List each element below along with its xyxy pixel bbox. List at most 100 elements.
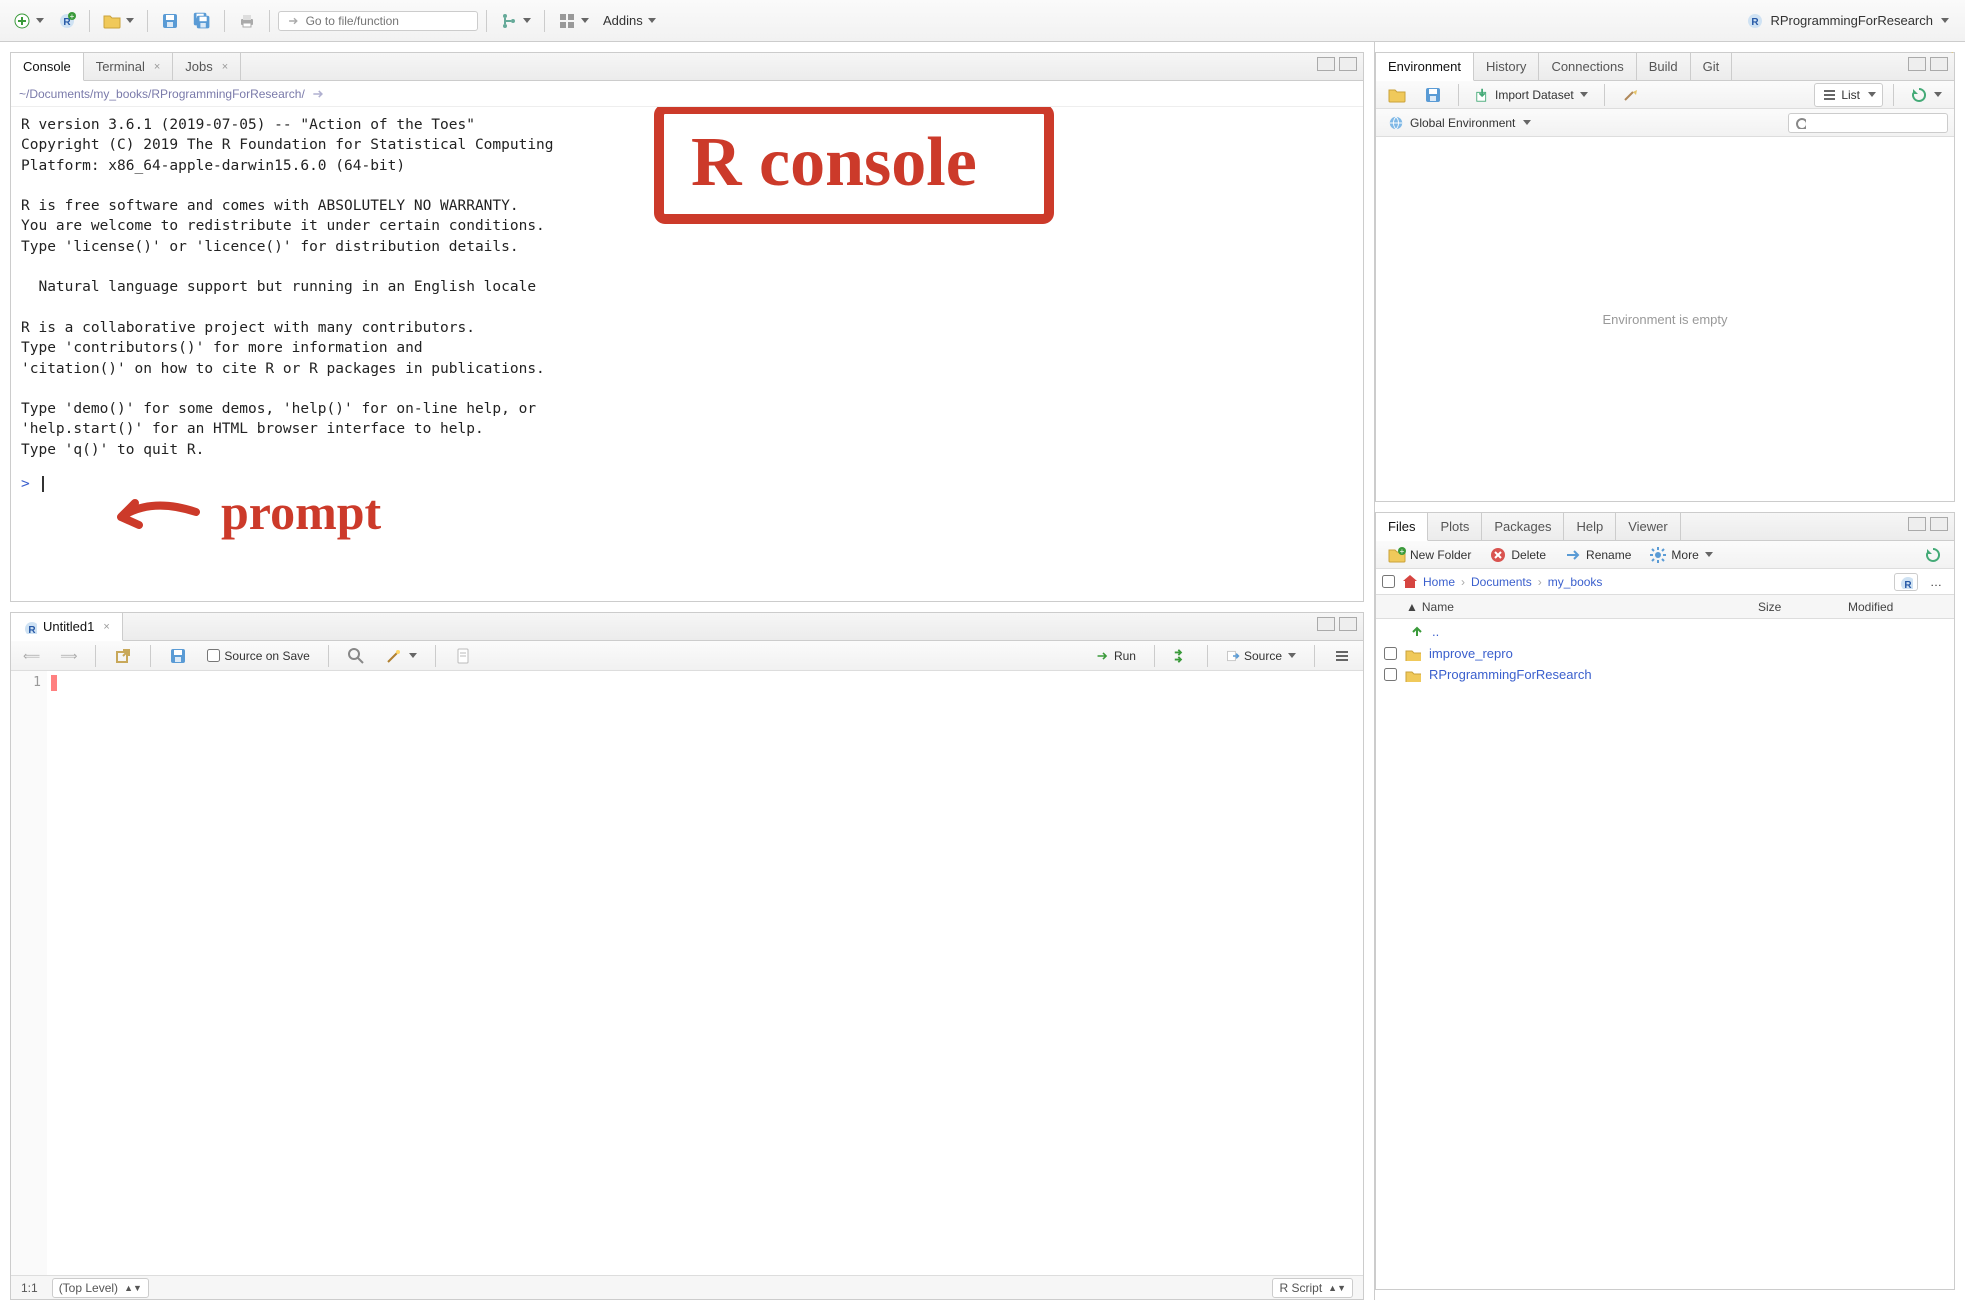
tab-packages[interactable]: Packages xyxy=(1482,513,1564,540)
delete-icon xyxy=(1489,546,1507,564)
grid-icon xyxy=(558,12,576,30)
tab-plots[interactable]: Plots xyxy=(1428,513,1482,540)
addins-button[interactable]: Addins xyxy=(598,10,661,31)
nav-back-button[interactable]: ⟸ xyxy=(17,647,46,665)
tab-jobs[interactable]: Jobs× xyxy=(173,53,241,80)
tab-connections[interactable]: Connections xyxy=(1539,53,1636,80)
r-project-icon xyxy=(1746,12,1764,30)
col-name[interactable]: ▲ Name xyxy=(1406,600,1758,614)
goto-file-function[interactable] xyxy=(278,11,478,31)
save-button[interactable] xyxy=(156,9,184,33)
tab-console[interactable]: Console xyxy=(11,53,84,81)
folder-icon xyxy=(1405,647,1421,661)
env-search[interactable] xyxy=(1788,113,1948,133)
breadcrumb-home[interactable]: Home xyxy=(1423,575,1455,589)
col-size[interactable]: Size xyxy=(1758,600,1848,614)
clear-workspace-button[interactable] xyxy=(1615,84,1645,106)
rscript-icon xyxy=(23,620,37,634)
select-all-files[interactable] xyxy=(1382,575,1395,588)
run-button[interactable]: Run xyxy=(1090,645,1142,667)
save-icon xyxy=(169,647,187,665)
goto-input[interactable] xyxy=(306,14,469,28)
pane-maximize[interactable] xyxy=(1930,517,1948,531)
gear-icon xyxy=(1649,546,1667,564)
pane-maximize[interactable] xyxy=(1339,617,1357,631)
col-modified[interactable]: Modified xyxy=(1848,600,1948,614)
tab-build[interactable]: Build xyxy=(1637,53,1691,80)
code-tools-button[interactable] xyxy=(379,645,423,667)
load-workspace-button[interactable] xyxy=(1382,84,1412,106)
save-workspace-button[interactable] xyxy=(1418,84,1448,106)
tab-terminal[interactable]: Terminal× xyxy=(84,53,174,80)
path-more-button[interactable]: … xyxy=(1924,573,1948,591)
pane-layout-button[interactable] xyxy=(553,9,594,33)
svg-text:+: + xyxy=(70,12,75,21)
pane-minimize[interactable] xyxy=(1908,517,1926,531)
svg-text:prompt: prompt xyxy=(221,487,382,540)
svg-text:+: + xyxy=(1400,547,1405,556)
pane-maximize[interactable] xyxy=(1339,57,1357,71)
home-icon[interactable] xyxy=(1401,573,1417,591)
tab-source-file[interactable]: Untitled1× xyxy=(11,613,123,641)
print-button[interactable] xyxy=(233,9,261,33)
breadcrumb-documents[interactable]: Documents xyxy=(1471,575,1532,589)
open-file-button[interactable] xyxy=(98,9,139,33)
pane-minimize[interactable] xyxy=(1317,57,1335,71)
console-body[interactable]: R version 3.6.1 (2019-07-05) -- "Action … xyxy=(11,107,1363,601)
new-file-icon xyxy=(13,12,31,30)
scope-selector[interactable]: (Top Level) ▲▼ xyxy=(52,1278,149,1298)
vcs-button[interactable] xyxy=(495,9,536,33)
notebook-icon xyxy=(454,647,472,665)
pane-maximize[interactable] xyxy=(1930,57,1948,71)
up-icon xyxy=(1408,622,1424,640)
tab-viewer[interactable]: Viewer xyxy=(1616,513,1681,540)
env-scope-selector[interactable]: Global Environment xyxy=(1382,112,1537,134)
pane-minimize[interactable] xyxy=(1317,617,1335,631)
project-menu[interactable]: RProgrammingForResearch xyxy=(1746,12,1949,30)
wand-icon xyxy=(385,647,403,665)
new-project-button[interactable]: + xyxy=(53,9,81,33)
editor-cursor xyxy=(51,675,57,691)
search-icon xyxy=(1795,117,1806,129)
breadcrumb-mybooks[interactable]: my_books xyxy=(1548,575,1603,589)
new-folder-button[interactable]: +New Folder xyxy=(1382,544,1477,566)
show-in-new-window-button[interactable] xyxy=(108,645,138,667)
rename-button[interactable]: Rename xyxy=(1558,544,1637,566)
tab-history[interactable]: History xyxy=(1474,53,1539,80)
language-mode-selector[interactable]: R Script ▲▼ xyxy=(1272,1278,1353,1298)
nav-fwd-button[interactable]: ⟹ xyxy=(54,647,83,665)
source-editor[interactable] xyxy=(47,671,1363,1275)
list-icon xyxy=(1821,86,1835,104)
refresh-env-button[interactable] xyxy=(1904,84,1948,106)
pane-minimize[interactable] xyxy=(1908,57,1926,71)
find-button[interactable] xyxy=(341,645,371,667)
more-button[interactable]: More xyxy=(1643,544,1718,566)
refresh-files-button[interactable] xyxy=(1918,544,1948,566)
tab-help[interactable]: Help xyxy=(1564,513,1616,540)
compile-report-button[interactable] xyxy=(448,645,478,667)
new-file-button[interactable] xyxy=(8,9,49,33)
tab-git[interactable]: Git xyxy=(1691,53,1733,80)
delete-button[interactable]: Delete xyxy=(1483,544,1552,566)
tab-environment[interactable]: Environment xyxy=(1376,53,1474,81)
cursor-position[interactable]: 1:1 xyxy=(21,1281,38,1295)
import-dataset-button[interactable]: Import Dataset xyxy=(1469,84,1594,106)
view-mode-selector[interactable]: List xyxy=(1814,83,1883,107)
popout-icon xyxy=(114,647,132,665)
save-source-button[interactable] xyxy=(163,645,193,667)
console-working-dir[interactable]: ~/Documents/my_books/RProgrammingForRese… xyxy=(11,81,1363,107)
save-icon xyxy=(161,12,179,30)
plus-r-icon: + xyxy=(58,12,76,30)
file-row[interactable]: improve_repro xyxy=(1376,643,1954,664)
file-row[interactable]: RProgrammingForResearch xyxy=(1376,664,1954,685)
refresh-icon xyxy=(1924,546,1942,564)
file-row-up[interactable]: .. xyxy=(1376,619,1954,643)
goto-project-dir[interactable] xyxy=(1894,573,1918,591)
save-all-button[interactable] xyxy=(188,9,216,33)
goto-arrow-icon xyxy=(287,14,300,28)
rerun-button[interactable] xyxy=(1167,645,1195,667)
outline-button[interactable] xyxy=(1327,645,1357,667)
tab-files[interactable]: Files xyxy=(1376,513,1428,541)
source-on-save-toggle[interactable]: Source on Save xyxy=(201,647,315,665)
source-button[interactable]: Source xyxy=(1220,645,1302,667)
